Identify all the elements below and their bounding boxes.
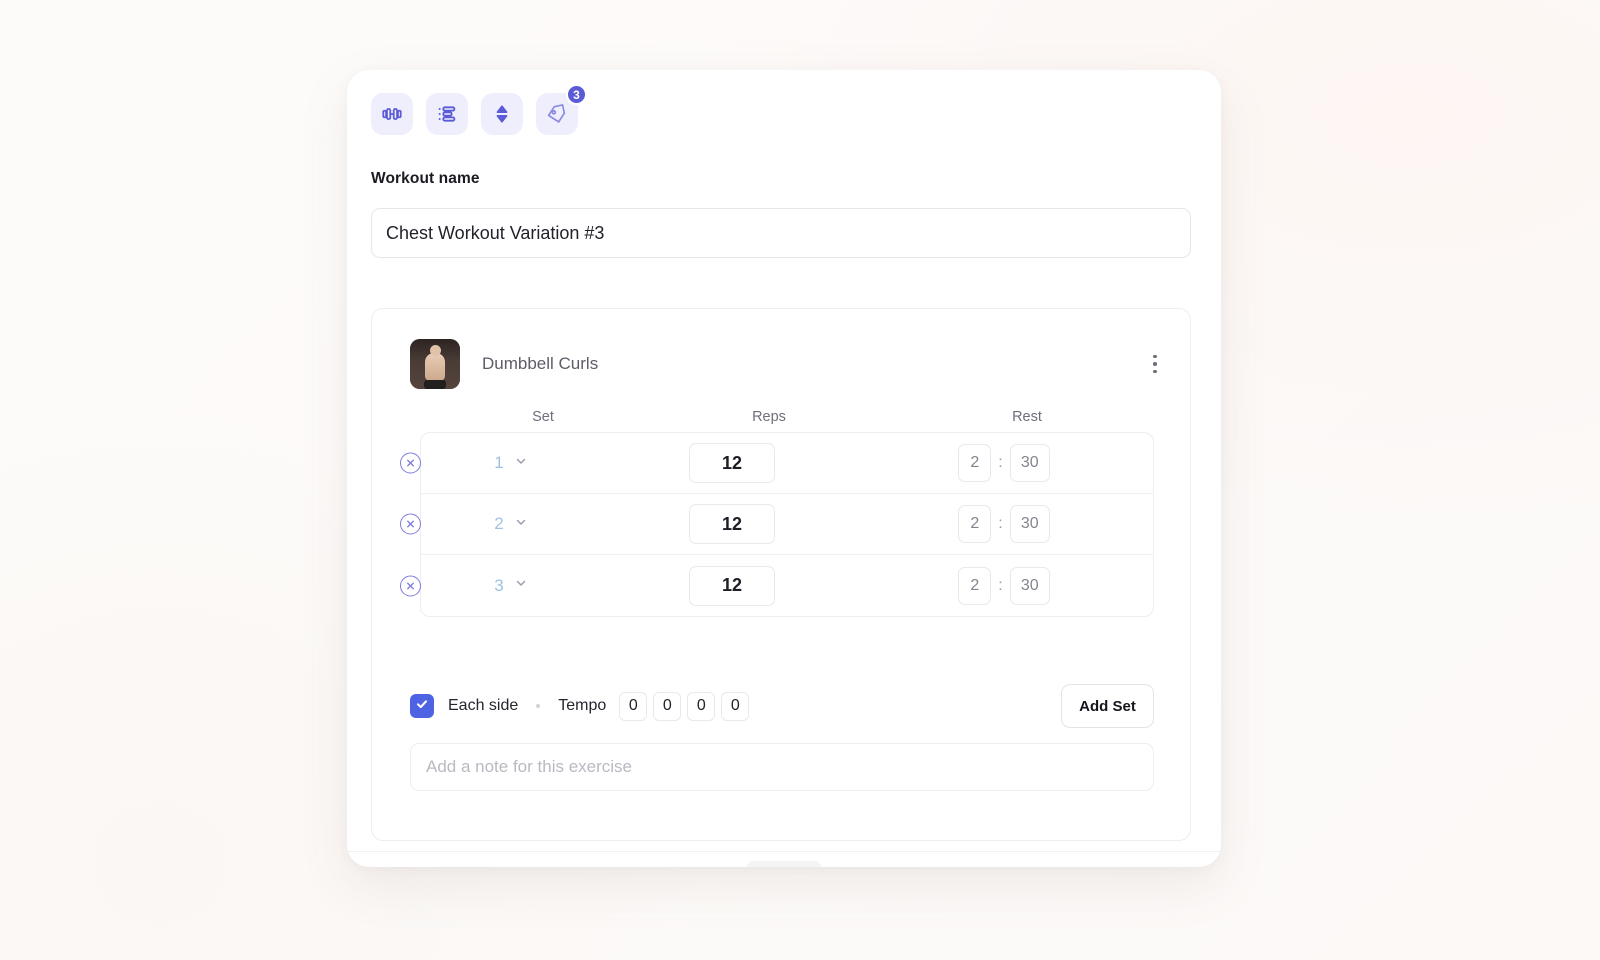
dumbbell-icon bbox=[381, 103, 403, 125]
rest-seconds-input[interactable]: 30 bbox=[1009, 444, 1050, 482]
reps-cell: 12 bbox=[601, 565, 863, 606]
table-row: 1 12 2 : 30 bbox=[400, 433, 1153, 494]
toolbar: 3 bbox=[371, 84, 587, 135]
tag-count-badge: 3 bbox=[566, 84, 587, 105]
rest-minutes-input[interactable]: 2 bbox=[958, 444, 992, 482]
column-header-set: Set bbox=[532, 409, 554, 425]
set-number: 1 bbox=[494, 453, 504, 472]
reps-cell: 12 bbox=[601, 504, 863, 544]
kebab-dot bbox=[1153, 362, 1157, 366]
each-side-checkbox[interactable] bbox=[410, 694, 434, 718]
delete-set-icon[interactable] bbox=[400, 575, 421, 596]
sets-table: Set Reps Rest 1 12 2: 30 2 12 2: 30 3 … bbox=[400, 402, 1154, 617]
rest-separator: : bbox=[998, 515, 1003, 532]
tempo-inputs: 0 0 0 0 bbox=[619, 691, 750, 721]
kebab-dot bbox=[1153, 354, 1157, 359]
rest-seconds-input[interactable]: 30 bbox=[1009, 505, 1050, 543]
next-exercise-peek bbox=[347, 851, 1221, 867]
tempo-input-1[interactable]: 0 bbox=[619, 691, 648, 721]
workout-name-input[interactable]: Chest Workout Variation #3 bbox=[371, 208, 1191, 258]
rest-minutes-input[interactable]: 2 bbox=[958, 505, 992, 543]
rest-cell: 2 : 30 bbox=[863, 505, 1145, 543]
chevron-down-icon bbox=[514, 454, 528, 473]
rest-cell: 2 : 30 bbox=[863, 566, 1145, 605]
rest-cell: 2 : 30 bbox=[863, 444, 1145, 482]
list-icon bbox=[436, 103, 458, 125]
rest-separator: : bbox=[998, 576, 1003, 594]
tempo-input-4[interactable]: 0 bbox=[721, 691, 750, 721]
exercise-header: Dumbbell Curls bbox=[410, 339, 598, 389]
tag-icon bbox=[546, 103, 568, 125]
table-row: 3 12 2 : 30 bbox=[400, 555, 1153, 616]
exercise-note-input[interactable]: Add a note for this exercise bbox=[410, 743, 1154, 791]
separator-dot bbox=[536, 704, 541, 708]
sets-rows: 1 12 2 : 30 2 12 2: 30 3 12 2: 30 bbox=[400, 432, 1154, 617]
set-number: 3 bbox=[494, 575, 504, 595]
reps-input[interactable]: 12 bbox=[689, 565, 775, 606]
tempo-label: Tempo bbox=[558, 697, 607, 714]
exercise-menu-button[interactable] bbox=[1142, 341, 1168, 387]
peek-pill bbox=[747, 861, 821, 867]
workout-editor-card: 3 Workout name Chest Workout Variation #… bbox=[347, 70, 1221, 867]
delete-set-icon[interactable] bbox=[400, 513, 421, 535]
delete-set-icon[interactable] bbox=[400, 452, 421, 474]
dumbbell-icon-button[interactable] bbox=[371, 93, 413, 135]
each-side-label: Each side bbox=[448, 697, 519, 714]
check-icon bbox=[415, 697, 429, 716]
thumbnail-foreground bbox=[424, 380, 446, 389]
set-number-dropdown[interactable]: 2 bbox=[421, 514, 601, 534]
reps-input[interactable]: 12 bbox=[689, 443, 775, 483]
rest-separator: : bbox=[998, 454, 1003, 471]
exercise-title[interactable]: Dumbbell Curls bbox=[482, 354, 598, 374]
sets-table-header: Set Reps Rest bbox=[410, 402, 1154, 432]
chevron-down-icon bbox=[514, 576, 528, 595]
column-header-reps: Reps bbox=[752, 409, 786, 425]
sort-icon-button[interactable] bbox=[481, 93, 523, 135]
tempo-input-2[interactable]: 0 bbox=[653, 691, 682, 721]
add-set-button[interactable]: Add Set bbox=[1061, 684, 1154, 728]
reps-cell: 12 bbox=[601, 443, 863, 483]
chevron-down-icon bbox=[514, 515, 528, 534]
exercise-options-row: Each side Tempo 0 0 0 0 Add Set bbox=[410, 684, 1154, 728]
workout-name-label: Workout name bbox=[371, 170, 480, 187]
thumbnail-figure-head bbox=[430, 345, 441, 356]
set-number: 2 bbox=[494, 514, 504, 533]
tag-icon-button[interactable]: 3 bbox=[536, 84, 587, 135]
sort-updown-icon bbox=[491, 103, 513, 125]
thumbnail-figure-body bbox=[425, 353, 445, 381]
column-header-rest: Rest bbox=[1012, 409, 1042, 425]
rest-minutes-input[interactable]: 2 bbox=[958, 566, 992, 605]
exercise-card: Dumbbell Curls Set Reps Rest 1 12 2: 30… bbox=[371, 308, 1191, 841]
set-number-dropdown[interactable]: 3 bbox=[421, 576, 601, 596]
set-number-dropdown[interactable]: 1 bbox=[421, 453, 601, 473]
exercise-thumbnail[interactable] bbox=[410, 339, 460, 389]
rest-seconds-input[interactable]: 30 bbox=[1009, 566, 1050, 605]
list-icon-button[interactable] bbox=[426, 93, 468, 135]
kebab-dot bbox=[1153, 369, 1157, 374]
reps-input[interactable]: 12 bbox=[689, 504, 775, 544]
tempo-input-3[interactable]: 0 bbox=[687, 691, 716, 721]
table-row: 2 12 2 : 30 bbox=[400, 494, 1153, 555]
